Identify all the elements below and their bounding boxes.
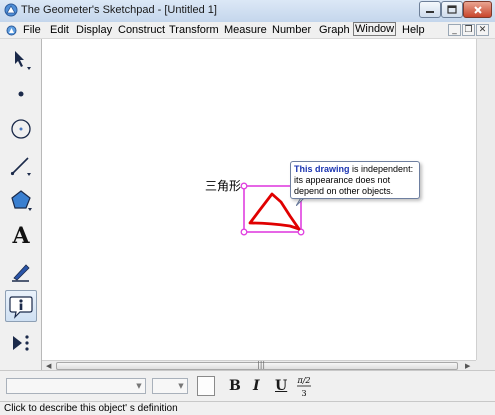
minimize-icon: _ [452,25,457,35]
custom-tools-icon [13,335,29,351]
close-icon [473,5,482,14]
text-icon: A [12,223,30,249]
mdi-close-button[interactable]: ✕ [476,24,489,36]
bold-button[interactable]: B [229,378,241,394]
arrow-icon [15,51,31,70]
straightedge-icon [10,157,31,176]
triangle-label[interactable]: 三角形 [205,177,241,194]
chevron-down-icon: ▼ [136,382,142,390]
text-color-swatch[interactable] [197,376,215,396]
tooltip-bold-text: This drawing [294,164,350,174]
menu-bar: File Edit Display Construct Transform Me… [0,22,495,39]
menu-number[interactable]: Number [271,23,312,37]
scroll-left-icon[interactable]: ◀ [46,362,51,370]
custom-tools[interactable] [5,327,37,359]
object-info-tooltip: This drawing is independent: its appeara… [290,161,420,199]
maximize-icon [447,5,457,14]
svg-text:3: 3 [301,389,306,398]
compass-icon [11,119,31,139]
vertical-scrollbar[interactable] [476,39,495,360]
arrow-tool[interactable] [5,43,37,75]
maximize-button[interactable] [441,1,463,18]
menu-display[interactable]: Display [75,23,113,37]
menu-help[interactable]: Help [401,23,426,37]
minimize-icon [426,10,434,13]
font-family-select[interactable]: ▼ [6,378,146,394]
chevron-down-icon: ▼ [178,382,184,390]
close-button[interactable] [463,1,492,18]
app-icon [4,3,18,17]
status-bar: Click to describe this object' s definit… [0,401,495,415]
compass-tool[interactable] [5,113,37,145]
horizontal-scrollbar[interactable]: ◀ ||| ▶ [42,360,476,370]
mdi-minimize-button[interactable]: _ [448,24,461,36]
font-size-select[interactable]: ▼ [152,378,188,394]
polygon-icon [11,190,32,211]
point-icon [18,91,24,97]
menu-edit[interactable]: Edit [49,23,70,37]
italic-button[interactable]: I [253,378,260,394]
polygon-tool[interactable] [5,184,37,216]
info-icon [9,296,33,319]
scrollbar-corner [476,360,495,370]
selection-handle[interactable] [240,228,248,236]
marker-icon [12,264,30,282]
svg-text:π/2: π/2 [296,376,310,385]
text-tool[interactable]: A [5,220,37,252]
text-palette: ▼ ▼ B I U π/2 3 [0,370,495,401]
menu-graph[interactable]: Graph [318,23,351,37]
mdi-restore-button[interactable]: ❐ [462,24,475,36]
close-icon: ✕ [478,25,487,35]
scrollbar-thumb[interactable]: ||| [56,360,458,370]
status-text: Click to describe this object' s definit… [4,403,178,414]
menu-construct[interactable]: Construct [117,23,166,37]
toolbox: A [0,39,42,370]
menu-measure[interactable]: Measure [223,23,268,37]
menu-window[interactable]: Window [353,22,397,36]
minimize-button[interactable] [419,1,441,18]
menu-file[interactable]: File [22,23,42,37]
point-tool[interactable] [5,78,37,110]
scroll-right-icon[interactable]: ▶ [465,362,470,370]
information-tool[interactable] [5,290,37,322]
selection-handle[interactable] [240,182,248,190]
triangle-drawing [248,192,301,231]
marker-tool[interactable] [5,255,37,287]
menu-transform[interactable]: Transform [168,23,220,37]
grip-icon: ||| [257,360,266,369]
straightedge-tool[interactable] [5,149,37,181]
window-title: The Geometer's Sketchpad - [Untitled 1] [21,4,217,16]
underline-button[interactable]: U [275,378,287,394]
restore-icon: ❐ [464,25,473,35]
math-format-icon[interactable]: π/2 3 [294,374,314,400]
document-icon[interactable] [6,25,17,36]
title-bar: The Geometer's Sketchpad - [Untitled 1] [0,0,495,22]
